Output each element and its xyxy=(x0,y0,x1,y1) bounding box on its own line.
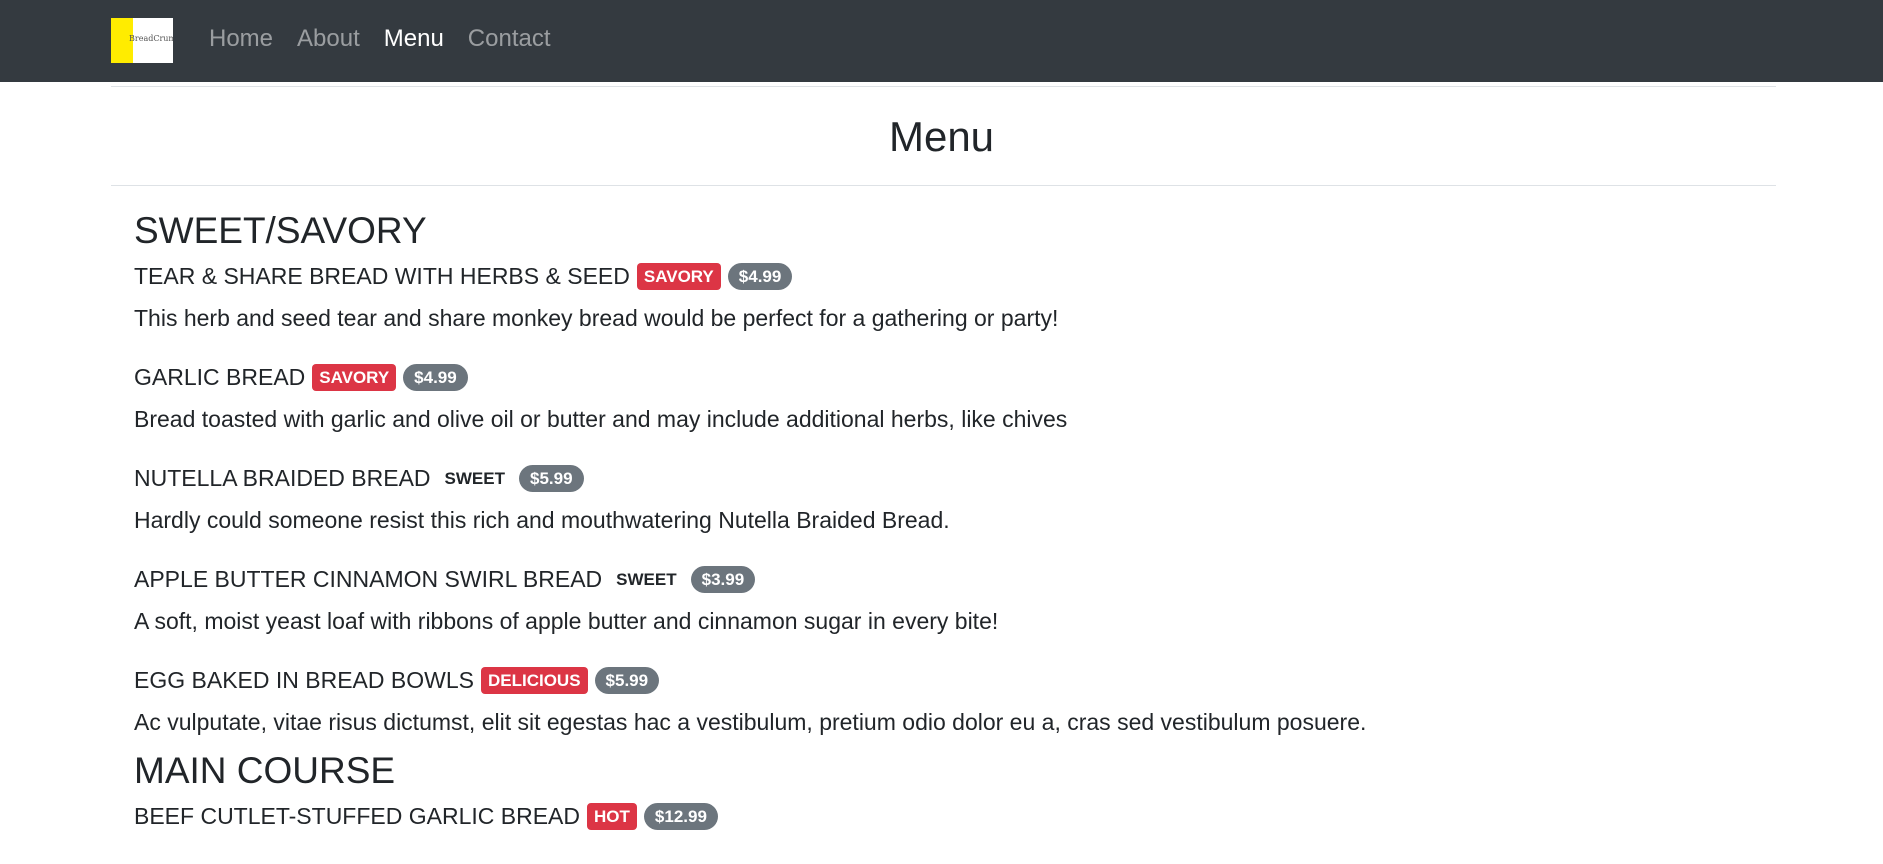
menu-item-header: APPLE BUTTER CINNAMON SWIRL BREAD SWEET … xyxy=(134,561,1734,597)
price-badge: $3.99 xyxy=(690,565,756,593)
nav-links: Home About Menu Contact xyxy=(209,25,551,53)
tag-badge: SWEET xyxy=(437,464,512,492)
menu-item-description: Bread toasted with garlic and olive oil … xyxy=(134,406,1068,432)
section-title-main-course: MAIN COURSE xyxy=(134,750,396,791)
nav-link-contact[interactable]: Contact xyxy=(468,25,551,53)
menu-item-description: This herb and seed tear and share monkey… xyxy=(134,305,1059,331)
menu-item: TEAR & SHARE BREAD WITH HERBS & SEED SAV… xyxy=(134,258,1734,334)
menu-item-description: Hardly could someone resist this rich an… xyxy=(134,507,950,533)
price-badge: $12.99 xyxy=(643,802,718,830)
tag-badge: SWEET xyxy=(609,565,684,593)
tag-badge: HOT xyxy=(587,802,637,830)
menu-item: NUTELLA BRAIDED BREAD SWEET $5.99 Hardly… xyxy=(134,460,1734,536)
brand-text: BreadCrumbs xyxy=(129,34,173,43)
section-title-sweet-savory: SWEET/SAVORY xyxy=(134,210,427,251)
tag-badge: SAVORY xyxy=(636,262,721,290)
menu-item-description: A soft, moist yeast loaf with ribbons of… xyxy=(134,608,999,634)
price-badge: $4.99 xyxy=(727,262,793,290)
menu-item-header: TEAR & SHARE BREAD WITH HERBS & SEED SAV… xyxy=(134,258,1734,294)
price-badge: $5.99 xyxy=(518,464,584,492)
menu-item-name: TEAR & SHARE BREAD WITH HERBS & SEED xyxy=(134,262,630,289)
menu-content: SWEET/SAVORY TEAR & SHARE BREAD WITH HER… xyxy=(134,208,1734,834)
menu-item: BEEF CUTLET-STUFFED GARLIC BREAD HOT $12… xyxy=(134,798,1734,834)
price-badge: $5.99 xyxy=(594,666,660,694)
title-divider xyxy=(111,185,1776,186)
menu-item-header: BEEF CUTLET-STUFFED GARLIC BREAD HOT $12… xyxy=(134,798,1734,834)
tag-badge: SAVORY xyxy=(312,363,397,391)
nav-link-menu[interactable]: Menu xyxy=(384,25,444,53)
menu-item-description: Ac vulputate, vitae risus dictumst, elit… xyxy=(134,709,1367,735)
brand-logo[interactable]: BreadCrumbs xyxy=(111,18,173,63)
tag-badge: DELICIOUS xyxy=(480,666,588,694)
page-title: Menu xyxy=(888,113,995,160)
price-badge: $4.99 xyxy=(403,363,468,391)
menu-item: GARLIC BREAD SAVORY $4.99 Bread toasted … xyxy=(134,359,1734,435)
menu-item: APPLE BUTTER CINNAMON SWIRL BREAD SWEET … xyxy=(134,561,1734,637)
menu-item: EGG BAKED IN BREAD BOWLS DELICIOUS $5.99… xyxy=(134,662,1734,738)
menu-item-header: NUTELLA BRAIDED BREAD SWEET $5.99 xyxy=(134,460,1734,496)
menu-item-name: NUTELLA BRAIDED BREAD xyxy=(134,464,431,491)
menu-item-name: GARLIC BREAD xyxy=(134,363,306,390)
menu-item-name: EGG BAKED IN BREAD BOWLS xyxy=(134,666,474,693)
top-divider xyxy=(111,86,1776,87)
nav-link-home[interactable]: Home xyxy=(209,25,273,53)
menu-item-name: BEEF CUTLET-STUFFED GARLIC BREAD xyxy=(134,802,581,829)
navbar: BreadCrumbs Home About Menu Contact xyxy=(0,0,1883,82)
menu-item-header: GARLIC BREAD SAVORY $4.99 xyxy=(134,359,1734,395)
nav-link-about[interactable]: About xyxy=(297,25,360,53)
menu-item-name: APPLE BUTTER CINNAMON SWIRL BREAD xyxy=(134,565,603,592)
menu-item-header: EGG BAKED IN BREAD BOWLS DELICIOUS $5.99 xyxy=(134,662,1734,698)
